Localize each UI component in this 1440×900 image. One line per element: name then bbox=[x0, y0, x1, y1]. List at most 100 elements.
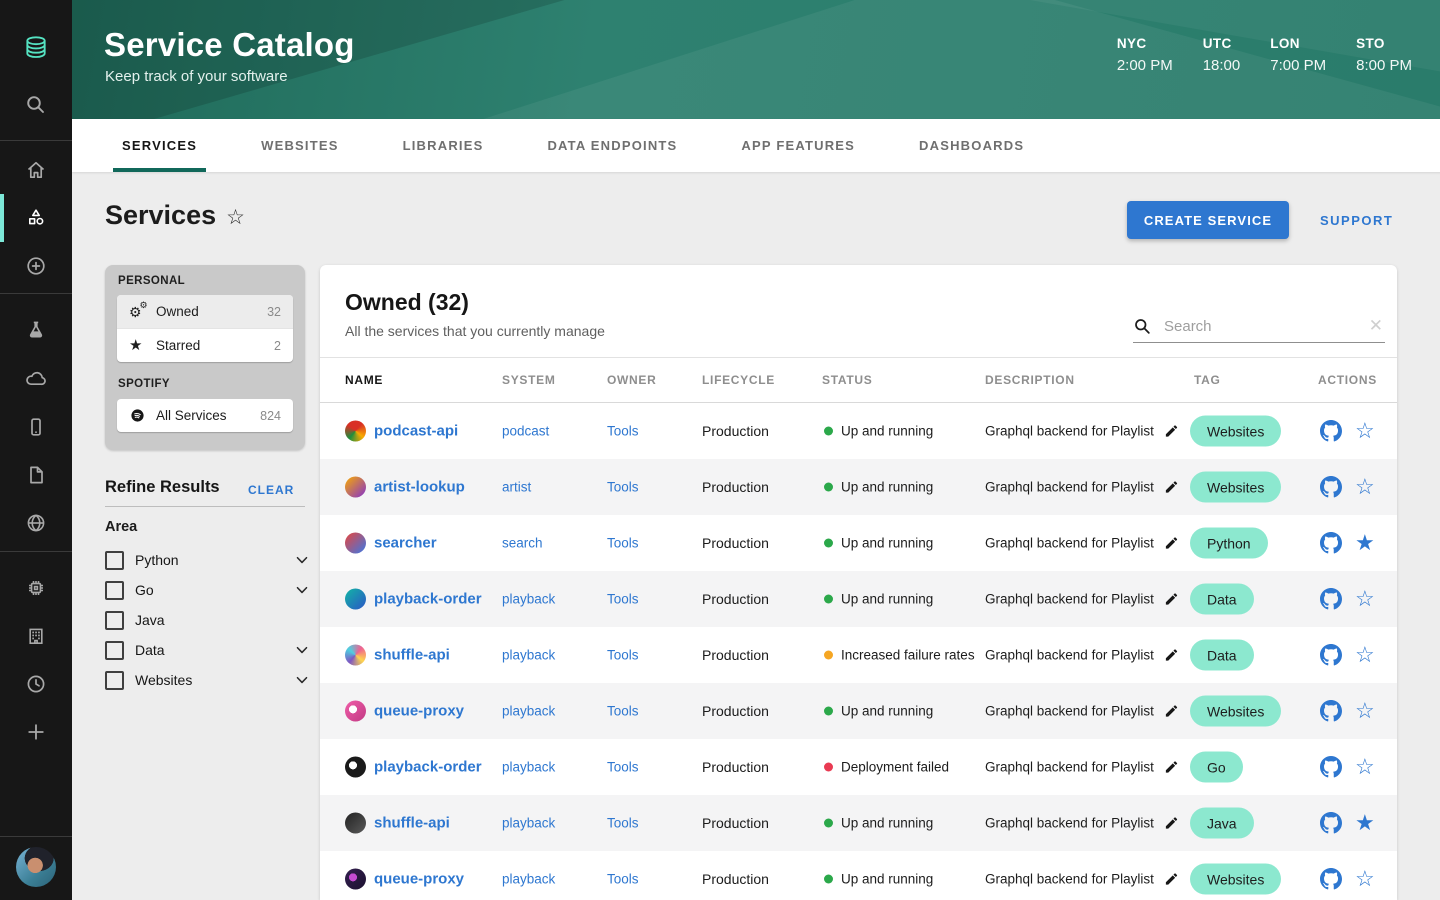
github-icon[interactable] bbox=[1320, 756, 1342, 778]
tab-libraries[interactable]: LIBRARIES bbox=[403, 119, 484, 172]
create-sidebar-item[interactable] bbox=[0, 242, 72, 290]
system-link[interactable]: playback bbox=[502, 872, 555, 887]
tag-chip[interactable]: Websites bbox=[1190, 695, 1282, 727]
chip-sidebar-item[interactable] bbox=[0, 564, 72, 612]
filter-item-owned[interactable]: ⚙ Owned 32 bbox=[117, 295, 293, 329]
globe-sidebar-item[interactable] bbox=[0, 499, 72, 547]
github-icon[interactable] bbox=[1320, 588, 1342, 610]
tag-chip[interactable]: Data bbox=[1190, 583, 1254, 615]
building-sidebar-item[interactable] bbox=[0, 612, 72, 660]
github-icon[interactable] bbox=[1320, 868, 1342, 890]
owner-link[interactable]: Tools bbox=[607, 592, 639, 607]
star-outline-icon[interactable]: ☆ bbox=[1355, 756, 1375, 778]
home-sidebar-item[interactable] bbox=[0, 146, 72, 194]
service-name-link[interactable]: playback-order bbox=[374, 591, 482, 608]
chevron-down-icon[interactable] bbox=[293, 671, 311, 689]
chevron-down-icon[interactable] bbox=[293, 551, 311, 569]
star-filled-icon[interactable]: ★ bbox=[1355, 532, 1375, 554]
flask-sidebar-item[interactable] bbox=[0, 306, 72, 354]
chevron-down-icon[interactable] bbox=[293, 641, 311, 659]
star-outline-icon[interactable]: ☆ bbox=[1355, 868, 1375, 890]
tab-dashboards[interactable]: DASHBOARDS bbox=[919, 119, 1024, 172]
mobile-sidebar-item[interactable] bbox=[0, 403, 72, 451]
tag-chip[interactable]: Websites bbox=[1190, 415, 1282, 447]
service-name-link[interactable]: queue-proxy bbox=[374, 703, 464, 720]
tab-data-endpoints[interactable]: DATA ENDPOINTS bbox=[547, 119, 677, 172]
service-name-link[interactable]: podcast-api bbox=[374, 423, 458, 440]
owner-link[interactable]: Tools bbox=[607, 536, 639, 551]
edit-description-icon[interactable] bbox=[1164, 424, 1179, 439]
github-icon[interactable] bbox=[1320, 812, 1342, 834]
support-link[interactable]: SUPPORT bbox=[1320, 213, 1393, 228]
backstage-logo[interactable] bbox=[0, 23, 72, 71]
github-icon[interactable] bbox=[1320, 700, 1342, 722]
tag-chip[interactable]: Data bbox=[1190, 639, 1254, 671]
search-input[interactable] bbox=[1162, 316, 1367, 336]
service-name-link[interactable]: shuffle-api bbox=[374, 647, 450, 664]
edit-description-icon[interactable] bbox=[1164, 760, 1179, 775]
edit-description-icon[interactable] bbox=[1164, 648, 1179, 663]
create-service-button[interactable]: CREATE SERVICE bbox=[1127, 201, 1289, 239]
edit-description-icon[interactable] bbox=[1164, 536, 1179, 551]
star-filled-icon[interactable]: ★ bbox=[1355, 812, 1375, 834]
system-link[interactable]: playback bbox=[502, 704, 555, 719]
user-avatar[interactable] bbox=[16, 847, 56, 887]
checkbox-python[interactable] bbox=[105, 550, 124, 570]
owner-link[interactable]: Tools bbox=[607, 760, 639, 775]
checkbox-data[interactable] bbox=[105, 640, 124, 660]
owner-link[interactable]: Tools bbox=[607, 816, 639, 831]
system-link[interactable]: artist bbox=[502, 480, 531, 495]
docs-sidebar-item[interactable] bbox=[0, 451, 72, 499]
catalog-sidebar-item[interactable] bbox=[0, 194, 72, 242]
edit-description-icon[interactable] bbox=[1164, 480, 1179, 495]
chevron-down-icon[interactable] bbox=[293, 581, 311, 599]
tag-chip[interactable]: Websites bbox=[1190, 471, 1282, 503]
owner-link[interactable]: Tools bbox=[607, 648, 639, 663]
service-name-link[interactable]: searcher bbox=[374, 535, 437, 552]
owner-link[interactable]: Tools bbox=[607, 424, 639, 439]
clock-sidebar-item[interactable] bbox=[0, 660, 72, 708]
favorite-page-icon[interactable]: ☆ bbox=[226, 206, 245, 229]
service-name-link[interactable]: shuffle-api bbox=[374, 815, 450, 832]
edit-description-icon[interactable] bbox=[1164, 816, 1179, 831]
search-sidebar-item[interactable] bbox=[0, 81, 72, 129]
owner-link[interactable]: Tools bbox=[607, 480, 639, 495]
tag-chip[interactable]: Java bbox=[1190, 807, 1254, 839]
edit-description-icon[interactable] bbox=[1164, 704, 1179, 719]
system-link[interactable]: playback bbox=[502, 816, 555, 831]
checkbox-java[interactable] bbox=[105, 610, 124, 630]
plus-sidebar-item[interactable] bbox=[0, 708, 72, 756]
checkbox-websites[interactable] bbox=[105, 670, 124, 690]
tag-chip[interactable]: Websites bbox=[1190, 863, 1282, 895]
system-link[interactable]: playback bbox=[502, 592, 555, 607]
github-icon[interactable] bbox=[1320, 476, 1342, 498]
service-name-link[interactable]: queue-proxy bbox=[374, 871, 464, 888]
filter-item-all-services[interactable]: All Services 824 bbox=[117, 399, 293, 432]
system-link[interactable]: search bbox=[502, 536, 543, 551]
system-link[interactable]: playback bbox=[502, 648, 555, 663]
owner-link[interactable]: Tools bbox=[607, 704, 639, 719]
system-link[interactable]: podcast bbox=[502, 424, 549, 439]
github-icon[interactable] bbox=[1320, 532, 1342, 554]
github-icon[interactable] bbox=[1320, 644, 1342, 666]
tag-chip[interactable]: Go bbox=[1190, 751, 1243, 783]
checkbox-go[interactable] bbox=[105, 580, 124, 600]
star-outline-icon[interactable]: ☆ bbox=[1355, 420, 1375, 442]
star-outline-icon[interactable]: ☆ bbox=[1355, 476, 1375, 498]
tag-chip[interactable]: Python bbox=[1190, 527, 1268, 559]
service-name-link[interactable]: artist-lookup bbox=[374, 479, 465, 496]
cloud-sidebar-item[interactable] bbox=[0, 355, 72, 403]
clear-filters-link[interactable]: CLEAR bbox=[248, 483, 294, 497]
service-name-link[interactable]: playback-order bbox=[374, 759, 482, 776]
owner-link[interactable]: Tools bbox=[607, 872, 639, 887]
star-outline-icon[interactable]: ☆ bbox=[1355, 700, 1375, 722]
tab-app-features[interactable]: APP FEATURES bbox=[741, 119, 855, 172]
edit-description-icon[interactable] bbox=[1164, 592, 1179, 607]
tab-websites[interactable]: WEBSITES bbox=[261, 119, 339, 172]
filter-item-starred[interactable]: ★ Starred 2 bbox=[117, 329, 293, 362]
edit-description-icon[interactable] bbox=[1164, 872, 1179, 887]
github-icon[interactable] bbox=[1320, 420, 1342, 442]
star-outline-icon[interactable]: ☆ bbox=[1355, 644, 1375, 666]
star-outline-icon[interactable]: ☆ bbox=[1355, 588, 1375, 610]
system-link[interactable]: playback bbox=[502, 760, 555, 775]
